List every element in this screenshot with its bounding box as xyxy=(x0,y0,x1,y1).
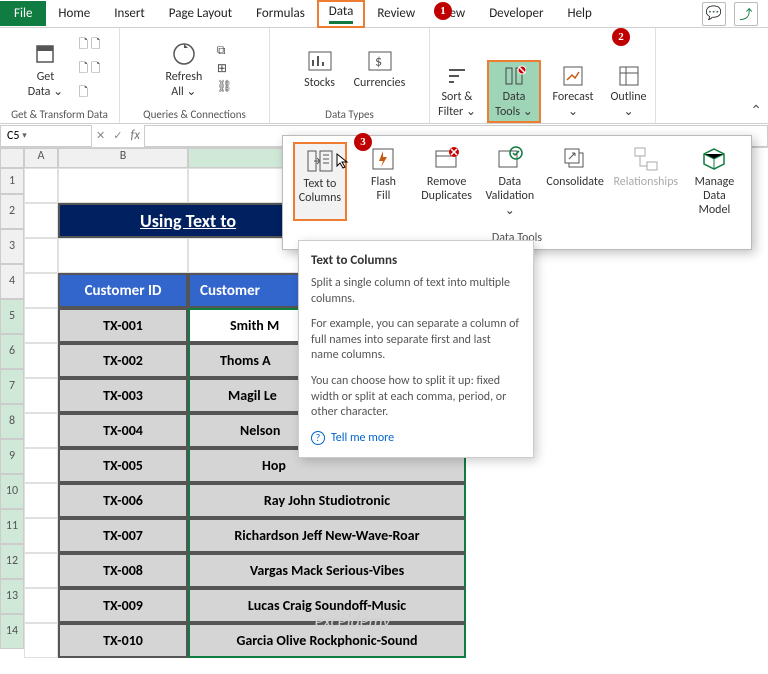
ribbon-body: Get Data ⌄ 🗋 🗋🗋 🗋🗋 Get & Transform Data … xyxy=(0,28,768,124)
ribbon-tabs: File Home Insert Page Layout Formulas Da… xyxy=(0,0,768,28)
tab-developer[interactable]: Developer xyxy=(477,2,555,25)
tab-data-label: Data xyxy=(329,4,354,19)
group-datatypes: Data Types xyxy=(325,108,374,123)
text-to-columns-tooltip: Text to Columns Split a single column of… xyxy=(298,240,534,458)
row-header-14[interactable]: 14 xyxy=(0,614,24,649)
flash-fill-button[interactable]: Flash Fill xyxy=(357,142,410,221)
forecast-button[interactable]: Forecast ⌄ xyxy=(546,60,600,123)
tab-insert[interactable]: Insert xyxy=(102,2,157,25)
refresh-all-button[interactable]: Refresh All ⌄ xyxy=(157,36,211,103)
tab-formulas[interactable]: Formulas xyxy=(244,2,317,25)
annotation-3: 3 xyxy=(354,133,372,151)
group-get-transform: Get & Transform Data xyxy=(11,108,108,123)
group-queries: Queries & Connections xyxy=(143,108,246,123)
fx-label-icon[interactable]: fx xyxy=(126,128,144,143)
svg-text:$: $ xyxy=(375,53,382,70)
annotation-1: 1 xyxy=(434,2,452,20)
tooltip-p1: Split a single column of text into multi… xyxy=(311,276,521,307)
fx-enter-icon[interactable]: ✓ xyxy=(109,129,126,142)
row-header-4[interactable]: 4 xyxy=(0,264,24,299)
share-button[interactable]: ⤴ xyxy=(734,2,758,26)
col-header-B[interactable]: B xyxy=(58,148,188,168)
row-header-6[interactable]: 6 xyxy=(0,334,24,369)
row-header-10[interactable]: 10 xyxy=(0,474,24,509)
row-header-1[interactable]: 1 xyxy=(0,168,24,194)
row-header-3[interactable]: 3 xyxy=(0,229,24,264)
annotation-2: 2 xyxy=(612,28,630,46)
text-to-columns-button[interactable]: Text to Columns xyxy=(293,142,347,221)
name-box[interactable]: C5 ▾ xyxy=(0,125,92,147)
header-customer-id[interactable]: Customer ID xyxy=(58,273,188,308)
tab-help[interactable]: Help xyxy=(555,2,603,25)
data-tools-button[interactable]: Data Tools ⌄ xyxy=(487,60,541,123)
tooltip-title: Text to Columns xyxy=(311,253,521,268)
comments-button[interactable]: 💬 xyxy=(702,2,726,26)
tell-me-more-link[interactable]: ? Tell me more xyxy=(311,431,521,445)
tab-review[interactable]: Review xyxy=(365,2,427,25)
fx-cancel-icon[interactable]: ✕ xyxy=(92,129,109,142)
row-header-13[interactable]: 13 xyxy=(0,579,24,614)
row-header-12[interactable]: 12 xyxy=(0,544,24,579)
row-header-11[interactable]: 11 xyxy=(0,509,24,544)
col-header-A[interactable]: A xyxy=(24,148,58,168)
remove-duplicates-button[interactable]: Remove Duplicates xyxy=(420,142,473,221)
get-data-button[interactable]: Get Data ⌄ xyxy=(18,36,72,103)
tab-pagelayout[interactable]: Page Layout xyxy=(157,2,244,25)
select-all-corner[interactable] xyxy=(0,148,24,168)
cell-id[interactable]: TX-001 xyxy=(58,308,188,343)
outline-button[interactable]: Outline ⌄ xyxy=(602,60,656,123)
tab-file[interactable]: File xyxy=(0,1,46,26)
row-header-9[interactable]: 9 xyxy=(0,439,24,474)
sort-filter-button[interactable]: Sort & Filter ⌄ xyxy=(430,60,484,123)
cell[interactable] xyxy=(24,168,58,203)
consolidate-button[interactable]: Consolidate xyxy=(546,142,603,221)
currencies-button[interactable]: $ Currencies xyxy=(353,44,407,94)
tooltip-p3: You can choose how to split it up: fixed… xyxy=(311,374,521,421)
collapse-ribbon-icon[interactable]: ⌃ xyxy=(750,102,762,119)
row-header-7[interactable]: 7 xyxy=(0,369,24,404)
row-header-2[interactable]: 2 xyxy=(0,194,24,229)
data-tools-gallery: Text to Columns Flash Fill Remove Duplic… xyxy=(282,135,752,250)
queries-small-buttons[interactable]: ⧉⊞⛓ xyxy=(217,44,232,94)
help-icon: ? xyxy=(311,431,325,445)
manage-data-model-button[interactable]: Manage Data Model xyxy=(688,142,741,221)
cursor-icon xyxy=(335,152,353,170)
row-header-5[interactable]: 5 xyxy=(0,299,24,334)
row-header-8[interactable]: 8 xyxy=(0,404,24,439)
stocks-button[interactable]: Stocks xyxy=(293,44,347,94)
tab-home[interactable]: Home xyxy=(46,2,102,25)
tooltip-p2: For example, you can separate a column o… xyxy=(311,317,521,364)
tab-data[interactable]: Data xyxy=(317,0,366,28)
data-validation-button[interactable]: Data Validation ⌄ xyxy=(483,142,536,221)
get-data-small-buttons[interactable]: 🗋 🗋🗋 🗋🗋 xyxy=(78,35,100,104)
relationships-button[interactable]: Relationships xyxy=(614,142,678,221)
